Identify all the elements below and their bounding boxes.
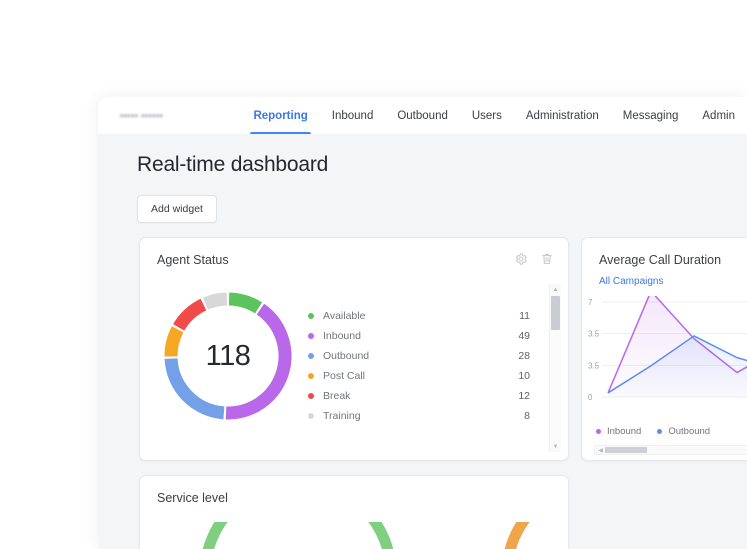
- service-level-gauges-svg: [202, 476, 568, 549]
- nav-tabs: Reporting Inbound Outbound Users Adminis…: [241, 97, 747, 134]
- legend-value-available: 11: [519, 310, 530, 322]
- tab-messaging-label: Messaging: [622, 109, 679, 122]
- gauge-2: [504, 480, 568, 549]
- legend-dot-outbound: [308, 353, 314, 359]
- acd-legend-item-inbound[interactable]: Inbound: [596, 426, 641, 437]
- acd-legend-dot-outbound: [657, 429, 663, 434]
- agent-status-legend: Available 11 Inbound 49 Outbound 28 Post…: [308, 306, 530, 426]
- legend-item-break[interactable]: Break 12: [308, 386, 530, 406]
- legend-dot-post-call: [308, 373, 314, 379]
- trash-icon[interactable]: [540, 252, 554, 266]
- legend-label-post-call: Post Call: [323, 370, 366, 382]
- legend-value-inbound: 49: [518, 330, 530, 342]
- legend-item-training[interactable]: Training 8: [308, 406, 530, 426]
- legend-dot-training: [308, 413, 314, 419]
- tab-messaging[interactable]: Messaging: [611, 97, 691, 134]
- gauge-1: [202, 476, 394, 549]
- legend-value-outbound: 28: [518, 350, 530, 362]
- tab-users[interactable]: Users: [460, 97, 514, 134]
- acd-legend-label-inbound: Inbound: [607, 426, 642, 437]
- average-call-duration-line-chart: 7 3.5 3.5 0: [586, 290, 747, 411]
- all-campaigns-link[interactable]: All Campaigns: [599, 276, 663, 287]
- gauge-1-track: [202, 476, 394, 549]
- tab-outbound-label: Outbound: [397, 109, 448, 122]
- legend-value-training: 8: [524, 410, 530, 422]
- tab-admin-label: Admin: [702, 109, 735, 122]
- gauge-1-value: [202, 476, 394, 549]
- agent-status-card: Agent Status 118 Available 11 Inbound 49…: [139, 237, 569, 461]
- screenshot-root: ••••• •••••• Reporting Inbound Outbound …: [0, 0, 747, 549]
- average-call-duration-title: Average Call Duration: [599, 253, 722, 267]
- average-call-duration-card: Average Call Duration All Campaigns 7 3.5…: [581, 237, 747, 461]
- legend-value-break: 12: [518, 390, 530, 402]
- tab-admin[interactable]: Admin: [690, 97, 747, 134]
- legend-label-inbound: Inbound: [323, 330, 361, 342]
- service-level-card: Service level: [139, 475, 569, 549]
- legend-label-outbound: Outbound: [323, 350, 370, 362]
- chart-series: [607, 290, 747, 397]
- average-call-duration-legend: Inbound Outbound: [596, 426, 710, 437]
- legend-label-available: Available: [323, 310, 366, 322]
- scrollbar-thumb[interactable]: [551, 296, 560, 330]
- service-level-gauges: [140, 476, 568, 549]
- agent-status-total: 118: [205, 339, 251, 372]
- acd-legend-item-outbound[interactable]: Outbound: [657, 426, 710, 437]
- tab-administration-label: Administration: [525, 109, 599, 122]
- legend-label-training: Training: [323, 410, 361, 422]
- legend-item-available[interactable]: Available 11: [308, 306, 530, 326]
- tab-users-label: Users: [471, 109, 502, 122]
- legend-dot-inbound: [308, 333, 314, 339]
- tab-inbound[interactable]: Inbound: [320, 97, 386, 134]
- y-tick-label: 3.5: [588, 330, 600, 339]
- gauge-2-value: [504, 480, 568, 549]
- tab-reporting-label: Reporting: [253, 109, 308, 122]
- service-level-title: Service level: [157, 491, 228, 505]
- page-title: Real-time dashboard: [137, 153, 329, 176]
- tab-inbound-label: Inbound: [331, 109, 374, 122]
- scroll-up-arrow-icon[interactable]: ▲: [550, 284, 561, 295]
- hscrollbar-thumb[interactable]: [605, 447, 647, 453]
- average-call-duration-horizontal-scrollbar[interactable]: ◀: [594, 445, 747, 455]
- gear-icon[interactable]: [514, 252, 528, 266]
- agent-status-card-actions: [514, 252, 554, 266]
- legend-dot-available: [308, 313, 314, 319]
- add-widget-button[interactable]: Add widget: [137, 195, 217, 223]
- tab-outbound[interactable]: Outbound: [385, 97, 460, 134]
- legend-dot-break: [308, 393, 314, 399]
- legend-item-outbound[interactable]: Outbound 28: [308, 346, 530, 366]
- top-navigation-bar: ••••• •••••• Reporting Inbound Outbound …: [98, 97, 747, 135]
- brand-logo-text: ••••• ••••••: [120, 110, 164, 121]
- scroll-down-arrow-icon[interactable]: ▼: [550, 441, 561, 452]
- acd-legend-dot-inbound: [596, 429, 601, 434]
- acd-legend-label-outbound: Outbound: [668, 426, 711, 437]
- brand-logo[interactable]: ••••• ••••••: [98, 97, 241, 134]
- agent-status-donut-chart: 118: [158, 286, 298, 426]
- tab-administration[interactable]: Administration: [514, 97, 611, 134]
- y-tick-label: 0: [588, 393, 593, 402]
- legend-value-post-call: 10: [518, 370, 530, 382]
- scroll-left-arrow-icon[interactable]: ◀: [596, 446, 605, 454]
- acd-chart-svg: 7 3.5 3.5 0: [588, 290, 747, 402]
- agent-status-title: Agent Status: [157, 253, 229, 267]
- y-tick-label: 3.5: [588, 361, 600, 370]
- tab-reporting[interactable]: Reporting: [241, 97, 319, 134]
- add-widget-label: Add widget: [151, 203, 203, 215]
- agent-status-vertical-scrollbar[interactable]: ▲ ▼: [549, 284, 561, 452]
- chart-y-tick-labels: 7 3.5 3.5 0: [588, 298, 600, 402]
- legend-item-post-call[interactable]: Post Call 10: [308, 366, 530, 386]
- legend-label-break: Break: [323, 390, 351, 402]
- y-tick-label: 7: [588, 298, 593, 307]
- legend-item-inbound[interactable]: Inbound 49: [308, 326, 530, 346]
